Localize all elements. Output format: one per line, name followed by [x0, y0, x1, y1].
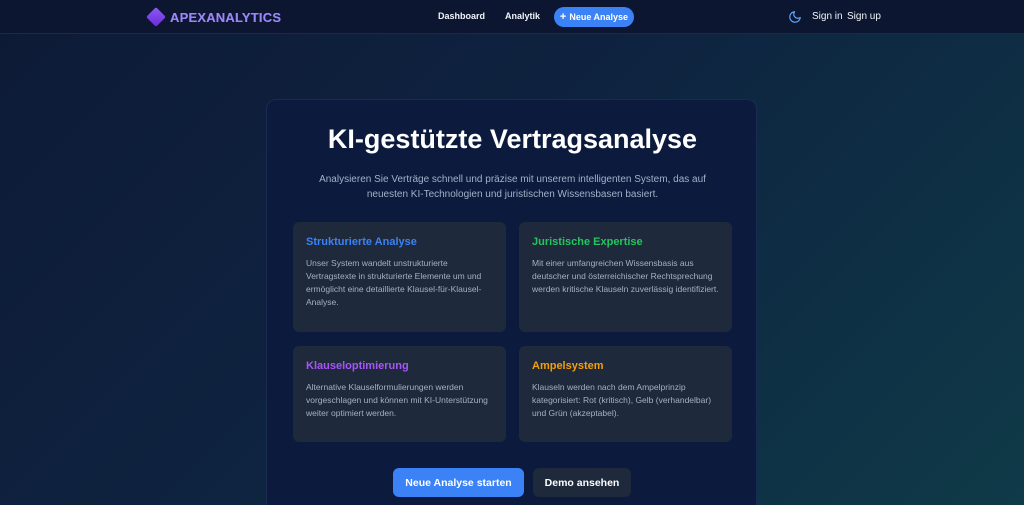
moon-icon[interactable] — [788, 10, 802, 24]
feature-card-structured-analysis: Strukturierte Analyse Unser System wande… — [293, 222, 506, 332]
hero-subtitle: Analysieren Sie Verträge schnell und prä… — [319, 174, 706, 200]
feature-card-traffic-light-system: Ampelsystem Klauseln werden nach dem Amp… — [519, 346, 732, 442]
feature-title: Strukturierte Analyse — [306, 236, 417, 248]
feature-text: Klauseln werden nach dem Ampelprinzip ka… — [532, 382, 712, 418]
feature-title: Ampelsystem — [532, 360, 604, 372]
sign-in-link[interactable]: Sign in — [812, 11, 843, 22]
feature-text: Mit einer umfangreichen Wissensbasis aus… — [532, 258, 719, 294]
nav-dashboard-link[interactable]: Dashboard — [438, 11, 485, 21]
brand-logo[interactable]: APEXANALYTICS — [146, 6, 281, 28]
plus-icon: + — [559, 10, 567, 23]
new-analysis-button[interactable]: + Neue Analyse — [554, 7, 634, 27]
feature-text: Unser System wandelt unstrukturierte Ver… — [306, 258, 482, 307]
sign-up-link[interactable]: Sign up — [847, 11, 881, 22]
feature-title: Klauseloptimierung — [306, 360, 409, 372]
watch-demo-button[interactable]: Demo ansehen — [533, 468, 631, 497]
hero-card: KI-gestützte Vertragsanalyse Analysieren… — [266, 99, 757, 505]
new-analysis-label: Neue Analyse — [569, 12, 629, 22]
start-analysis-button[interactable]: Neue Analyse starten — [393, 468, 524, 497]
diamond-logo-icon — [146, 7, 166, 27]
nav-analytik-link[interactable]: Analytik — [505, 11, 540, 21]
feature-text: Alternative Klauselformulierungen werden… — [306, 382, 488, 418]
feature-title: Juristische Expertise — [532, 236, 643, 248]
feature-card-legal-expertise: Juristische Expertise Mit einer umfangre… — [519, 222, 732, 332]
brand-name: APEXANALYTICS — [170, 9, 282, 25]
feature-card-clause-optimization: Klauseloptimierung Alternative Klauselfo… — [293, 346, 506, 442]
page-title: KI-gestützte Vertragsanalyse — [327, 124, 698, 154]
top-navbar: APEXANALYTICS Dashboard Analytik + Neue … — [0, 0, 1024, 34]
